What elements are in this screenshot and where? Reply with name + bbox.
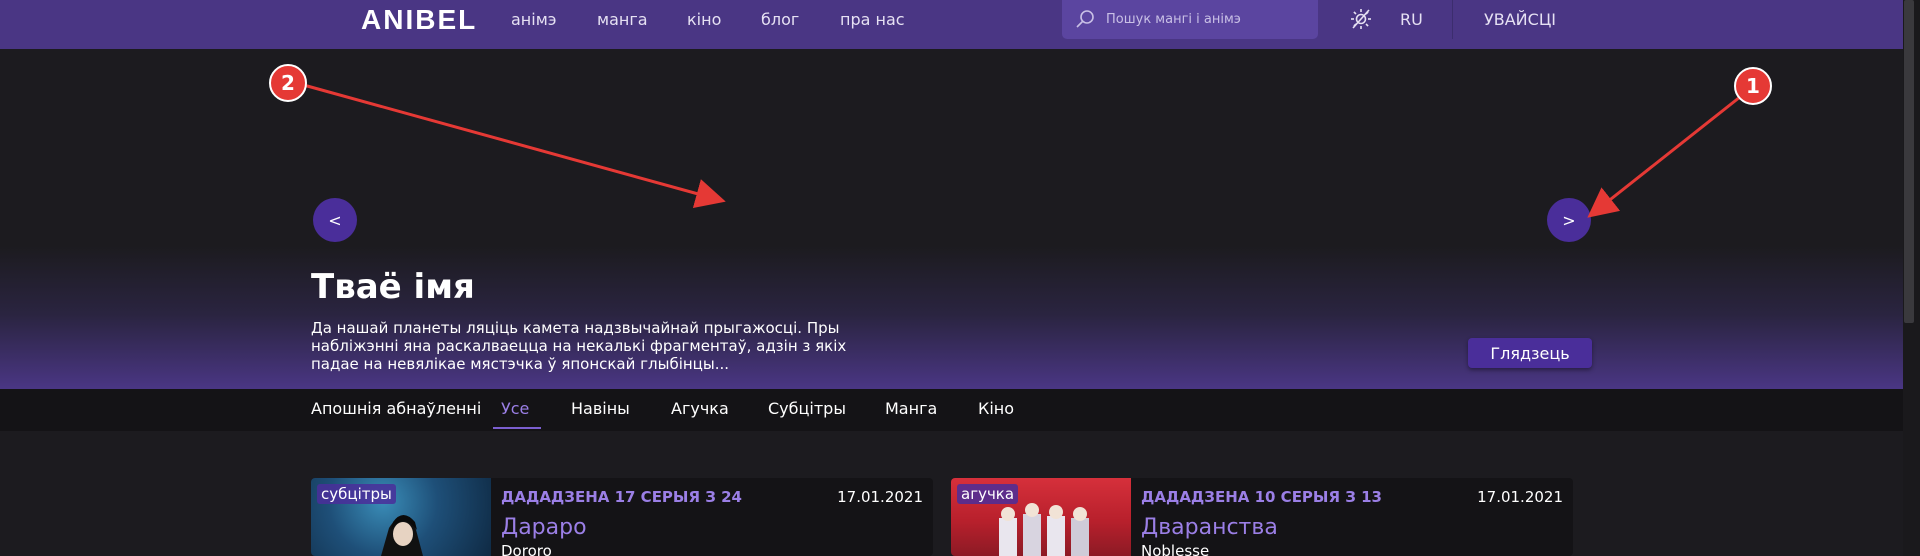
hero-prev-button[interactable]: <	[313, 198, 357, 242]
card-badge: субцітры	[317, 484, 396, 504]
active-tab-indicator	[493, 427, 541, 429]
search-input[interactable]	[1106, 7, 1306, 31]
tab-cinema[interactable]: Кіно	[978, 399, 1014, 418]
nav-link-cinema[interactable]: кіно	[687, 10, 721, 29]
tab-dubbing[interactable]: Агучка	[671, 399, 729, 418]
card-date: 17.01.2021	[837, 488, 923, 506]
hero-next-button[interactable]: >	[1547, 198, 1591, 242]
page-scrollbar-thumb[interactable]	[1904, 0, 1914, 323]
login-button[interactable]: УВАЙСЦІ	[1484, 10, 1556, 29]
card-thumbnail[interactable]: агучка	[951, 478, 1131, 556]
nav-link-manga[interactable]: манга	[597, 10, 648, 29]
tab-all[interactable]: Усе	[501, 399, 529, 418]
nav-link-anime[interactable]: анімэ	[511, 10, 557, 29]
hero-description: Да нашай планеты ляціць камета надзвычай…	[311, 319, 847, 373]
card-subtitle: Noblesse	[1141, 542, 1210, 556]
top-navigation-bar: ANIBEL анімэ манга кіно блог пра нас RU …	[0, 0, 1920, 49]
site-logo[interactable]: ANIBEL	[361, 4, 477, 36]
card-date: 17.01.2021	[1477, 488, 1563, 506]
card-title[interactable]: Дваранства	[1141, 515, 1278, 540]
theme-toggle-icon[interactable]	[1350, 8, 1372, 30]
update-card[interactable]: агучка ДАДАДЗЕНА 10 СЕРЫЯ З 13 17.01.202…	[951, 478, 1573, 556]
card-status: ДАДАДЗЕНА 10 СЕРЫЯ З 13	[1141, 488, 1382, 506]
tab-news[interactable]: Навіны	[571, 399, 630, 418]
watch-button[interactable]: Глядзець	[1468, 338, 1592, 368]
search-box	[1062, 0, 1318, 39]
card-status: ДАДАДЗЕНА 17 СЕРЫЯ З 24	[501, 488, 742, 506]
card-title[interactable]: Дараро	[501, 515, 587, 540]
tab-manga[interactable]: Манга	[885, 399, 937, 418]
update-card[interactable]: субцітры ДАДАДЗЕНА 17 СЕРЫЯ З 24 17.01.2…	[311, 478, 933, 556]
updates-tab-bar: Апошнія абнаўленні Усе Навіны Агучка Суб…	[0, 389, 1920, 431]
hero-banner: < > Тваё імя Да нашай планеты ляціць кам…	[0, 49, 1920, 389]
card-thumbnail[interactable]: субцітры	[311, 478, 491, 556]
nav-divider	[1452, 0, 1453, 39]
nav-link-blog[interactable]: блог	[761, 10, 799, 29]
card-subtitle: Dororo	[501, 542, 552, 556]
tab-subtitles[interactable]: Субцітры	[768, 399, 846, 418]
search-icon	[1076, 10, 1094, 28]
hero-title: Тваё імя	[311, 267, 475, 307]
language-switch[interactable]: RU	[1400, 10, 1423, 29]
nav-link-about[interactable]: пра нас	[840, 10, 905, 29]
updates-section-title: Апошнія абнаўленні	[311, 399, 482, 418]
card-badge: агучка	[957, 484, 1019, 504]
